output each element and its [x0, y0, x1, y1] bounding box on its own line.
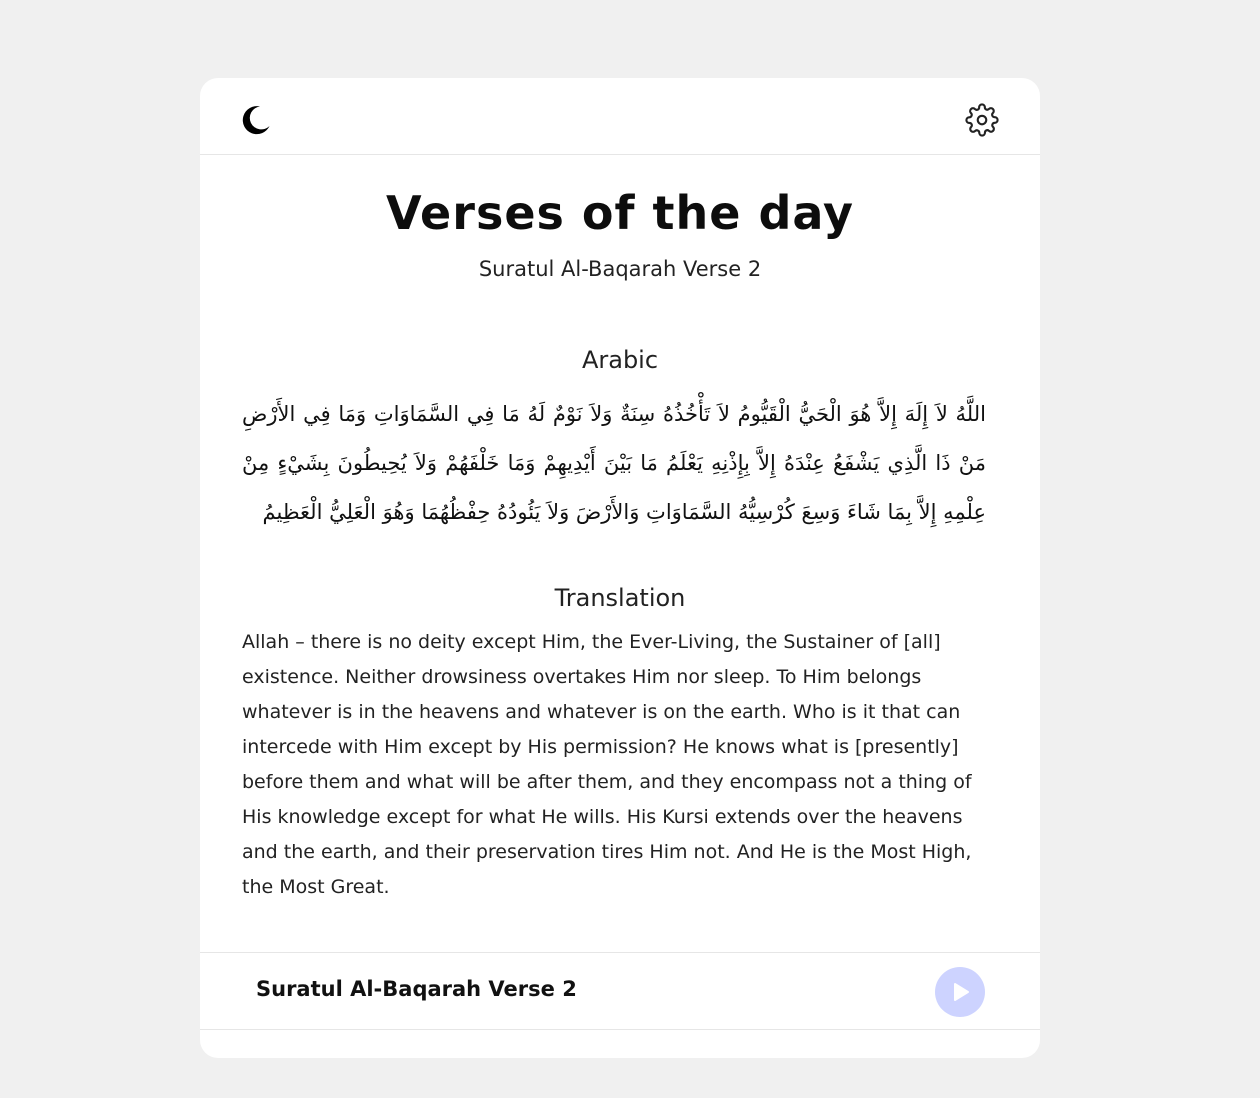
- play-button[interactable]: [935, 967, 985, 1017]
- player-verse-label: Suratul Al-Baqarah Verse 2: [256, 977, 577, 1001]
- verse-card: Verses of the day Suratul Al-Baqarah Ver…: [200, 78, 1040, 1058]
- arabic-heading: Arabic: [581, 346, 659, 374]
- gear-icon: [965, 103, 999, 137]
- audio-player-bar: Suratul Al-Baqarah Verse 2: [200, 952, 1040, 1030]
- moon-icon: [242, 106, 270, 135]
- play-icon: [954, 983, 969, 1001]
- page-title: Verses of the day: [385, 186, 855, 240]
- settings-button[interactable]: [964, 102, 1000, 138]
- arabic-verse-text: اللَّهُ لاَ إِلَهَ إِلاَّ هُوَ الْحَيُّ …: [242, 402, 986, 524]
- top-bar: [200, 78, 1040, 155]
- theme-toggle-button[interactable]: [238, 102, 274, 138]
- translation-heading: Translation: [554, 584, 686, 612]
- verse-reference: Suratul Al-Baqarah Verse 2: [478, 257, 762, 281]
- translation-text: Allah – there is no deity except Him, th…: [242, 631, 972, 898]
